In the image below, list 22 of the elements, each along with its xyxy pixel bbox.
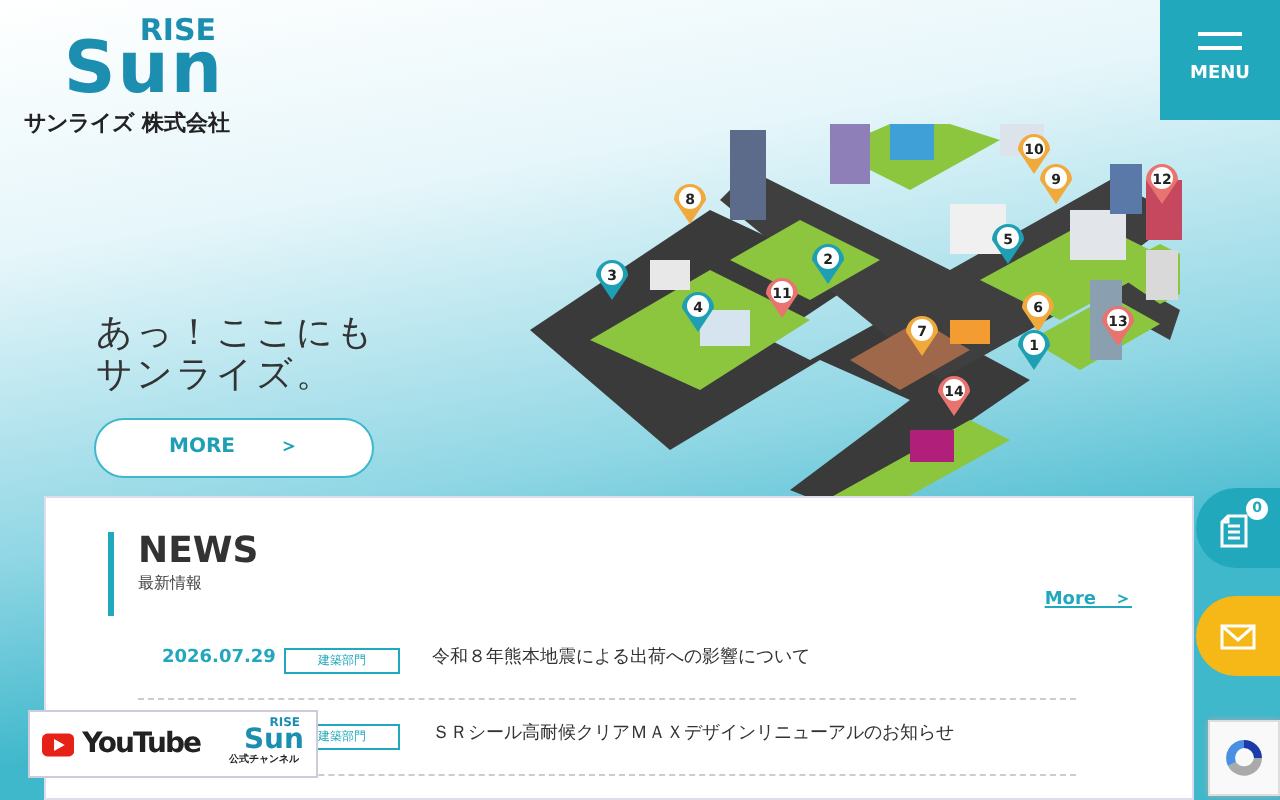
hero-headline: あっ！ここにも サンライズ。 (96, 311, 378, 398)
building (910, 430, 954, 462)
building (950, 204, 1006, 254)
section-title: NEWS (138, 532, 259, 572)
building (950, 320, 990, 344)
youtube-label: YouTube (82, 725, 200, 763)
news-link[interactable]: 令和８年熊本地震による出荷への影響について (432, 646, 810, 674)
recaptcha-icon (1220, 734, 1268, 782)
building (1146, 250, 1178, 300)
side-button[interactable] (1196, 596, 1280, 676)
mail-icon (1220, 623, 1256, 649)
menu-icon (1198, 31, 1242, 50)
building (830, 124, 870, 184)
section-subtitle: 最新情報 (138, 571, 204, 596)
company-name: サンライズ 株式会社 (24, 108, 232, 140)
building (700, 310, 750, 346)
news-link[interactable]: ＳＲシール高耐候クリアＭＡＸデザインリニューアルのお知らせ (432, 722, 954, 750)
building (890, 124, 934, 160)
building (730, 130, 766, 220)
news-date: 2026.07.29 (160, 646, 278, 673)
building (650, 260, 690, 290)
logo-tagline: RISE (139, 16, 216, 46)
